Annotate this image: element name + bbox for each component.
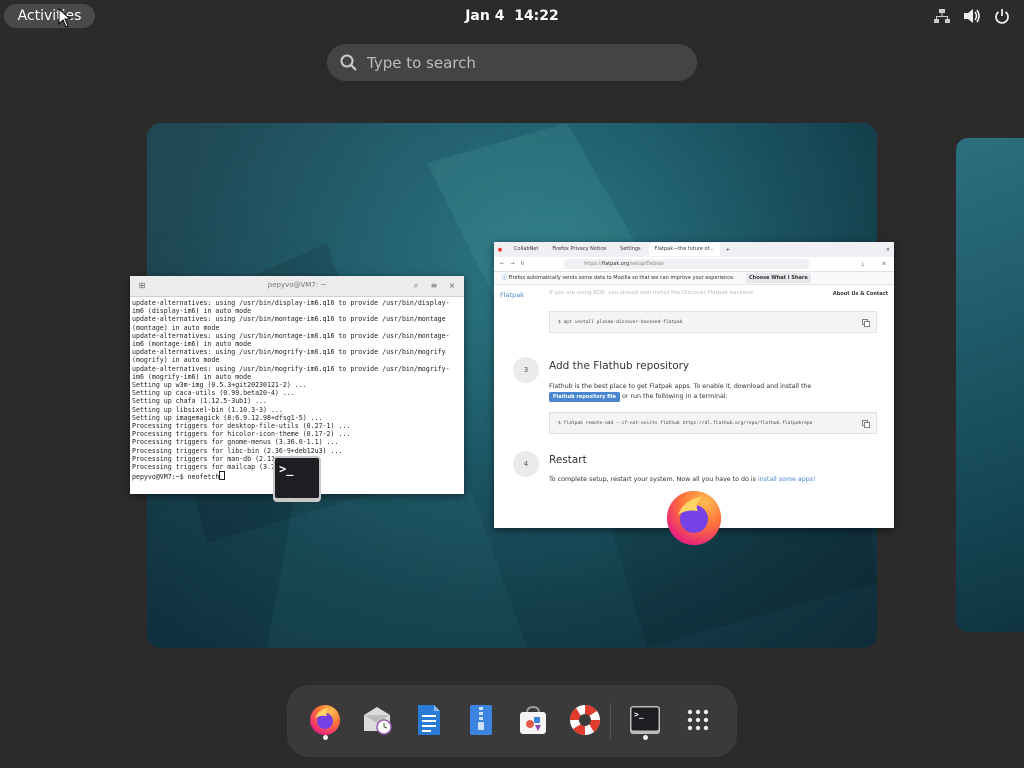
search-input[interactable] <box>367 44 667 81</box>
mouse-pointer-icon <box>58 7 72 28</box>
menu-icon: ≡ <box>430 281 438 290</box>
choose-what-i-share-button[interactable]: Choose What I Share <box>746 273 811 283</box>
terminal-line: Setting up chafa (1.12.5-3ub1) ... <box>132 397 267 406</box>
lifebuoy-icon <box>570 705 600 735</box>
firefox-window[interactable]: ● CollabNet Firefox Privacy Notice Setti… <box>494 242 894 528</box>
terminal-line: Processing triggers for libc-bin (2.36-9… <box>132 446 343 455</box>
search-bar <box>327 44 697 81</box>
svg-text:>_: >_ <box>634 710 644 719</box>
data-notice-bar: ⓘ Firefox automatically sends some data … <box>494 272 894 285</box>
terminal-line: Processing triggers for gnome-menus (3.3… <box>132 438 339 447</box>
running-indicator <box>643 735 648 740</box>
step-text: To complete setup, restart your system. … <box>549 476 816 483</box>
terminal-line: update-alternatives: using /usr/bin/mont… <box>132 315 446 324</box>
terminal-line: Processing triggers for desktop-file-uti… <box>132 422 351 431</box>
svg-text:>_: >_ <box>279 462 294 477</box>
about-link[interactable]: About Us & Contact <box>833 291 888 297</box>
search-icon: ⌕ <box>413 281 419 290</box>
software-store-icon <box>520 705 546 734</box>
running-indicator <box>323 735 328 740</box>
writer-icon <box>418 705 440 735</box>
browser-tab-active[interactable]: Flatpak—the future of... <box>648 243 720 256</box>
network-wired-icon <box>932 6 952 26</box>
terminal-line: update-alternatives: using /usr/bin/mont… <box>132 331 450 340</box>
browser-tab[interactable]: Firefox Privacy Notice <box>546 243 612 256</box>
terminal-line: (montage) in auto mode <box>132 323 220 332</box>
terminal-app-icon: >_ <box>272 455 322 505</box>
forward-icon[interactable]: → <box>510 261 514 267</box>
faded-text: If you are using KDE, you should also in… <box>549 290 753 296</box>
terminal-line: Setting up imagemagick (8:6.9.12.98+dfsg… <box>132 413 323 422</box>
clock-date: Jan 4 <box>465 8 505 24</box>
browser-tab[interactable]: Settings <box>614 243 647 256</box>
terminal-line: im6 (display-im6) in auto mode <box>132 307 252 316</box>
browser-tab[interactable]: CollabNet <box>508 243 544 256</box>
dock-libreoffice-writer[interactable] <box>409 699 449 741</box>
menu-icon[interactable]: ≡ <box>882 261 886 267</box>
downloads-icon[interactable]: ⤓ <box>862 261 864 267</box>
top-bar: Activities Jan 4 14:22 <box>0 0 1024 32</box>
mail-clock-icon <box>364 707 392 735</box>
clock-date-time[interactable]: Jan 4 14:22 <box>465 8 559 24</box>
step-number: 4 <box>513 451 539 477</box>
dock-file-roller[interactable] <box>461 699 501 741</box>
activities-button[interactable]: Activities <box>4 4 95 28</box>
code-block: $ apt install plasma-discover-backend-fl… <box>549 311 877 333</box>
browser-tab-strip: ● CollabNet Firefox Privacy Notice Setti… <box>494 242 894 257</box>
url-bar[interactable]: https://flatpak.org/setup/Debian <box>564 259 809 269</box>
flatpak-logo[interactable]: Flatpak <box>500 291 524 299</box>
volume-icon <box>962 6 982 26</box>
close-icon: × <box>448 281 456 290</box>
browser-navbar: ← → ↻ https://flatpak.org/setup/Debian ⤓… <box>494 257 894 272</box>
workspace-thumbnail-next[interactable] <box>956 138 1024 632</box>
flathub-repo-button[interactable]: Flathub repository file <box>549 392 620 402</box>
dock-software[interactable] <box>513 699 553 741</box>
terminal-line: (mogrify) in auto mode <box>132 356 220 365</box>
terminal-icon: >_ <box>630 706 660 734</box>
app-grid-icon <box>687 709 709 731</box>
step-number: 3 <box>513 357 539 383</box>
clock-time: 14:22 <box>514 8 559 24</box>
new-tab-icon[interactable]: + <box>726 247 730 253</box>
install-apps-link[interactable]: install some apps! <box>758 476 816 483</box>
copy-icon[interactable] <box>862 420 870 428</box>
step-title: Add the Flathub repository <box>549 360 690 372</box>
text-cursor <box>219 471 226 481</box>
terminal-line: update-alternatives: using /usr/bin/mogr… <box>132 348 446 357</box>
notice-text: Firefox automatically sends some data to… <box>508 275 735 281</box>
step-title: Restart <box>549 454 587 466</box>
step-text: Flathub is the best place to get Flatpak… <box>549 383 812 402</box>
terminal-line: Processing triggers for hicolor-icon-the… <box>132 430 351 439</box>
terminal-headerbar: ⊞ pepyvo@VM7: ~ ⌕ ≡ × <box>130 276 464 297</box>
firefox-icon <box>310 705 340 735</box>
info-icon: ⓘ <box>502 275 508 281</box>
terminal-line: im6 (montage-im6) in auto mode <box>132 340 252 349</box>
terminal-line: update-alternatives: using /usr/bin/disp… <box>132 299 450 307</box>
close-icon[interactable]: × <box>886 247 890 253</box>
dock-evolution-mail[interactable] <box>357 699 397 741</box>
clock: Jan 4 14:22 <box>0 0 1024 32</box>
back-icon[interactable]: ← <box>500 261 504 267</box>
terminal-line: im6 (mogrify-im6) in auto mode <box>132 372 252 381</box>
terminal-line: Setting up libsixel-bin (1.10.3-3) ... <box>132 405 283 414</box>
archive-icon <box>470 705 492 735</box>
copy-icon[interactable] <box>862 319 870 327</box>
power-icon <box>992 6 1012 26</box>
terminal-line: Setting up w3m-img (0.5.3+git20230121-2)… <box>132 381 307 390</box>
dash: >_ <box>287 685 737 757</box>
reload-icon[interactable]: ↻ <box>520 261 524 267</box>
terminal-line: Setting up caca-utils (0.99.beta20-4) ..… <box>132 389 295 398</box>
search-icon <box>340 54 357 71</box>
code-block: $ flatpak remote-add --if-not-exists fla… <box>549 412 877 434</box>
firefox-app-icon <box>664 487 724 547</box>
firefox-view-icon[interactable]: ● <box>494 247 506 253</box>
dock-separator <box>610 703 611 739</box>
dock-help[interactable] <box>565 699 605 741</box>
terminal-line: update-alternatives: using /usr/bin/mogr… <box>132 364 450 373</box>
system-status-area[interactable] <box>932 6 1012 26</box>
dock-show-apps[interactable] <box>678 699 718 741</box>
